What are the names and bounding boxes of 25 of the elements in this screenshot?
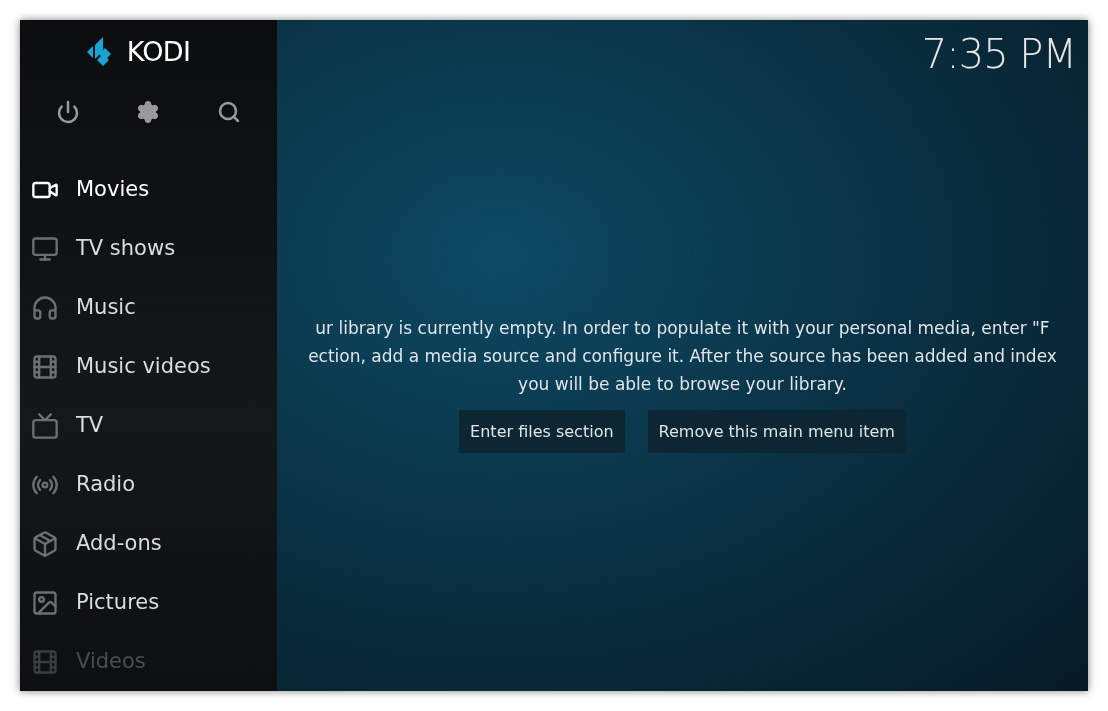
message-line: ur library is currently empty. In order to populate it with your personal media, enter "F [315,317,1050,340]
menu-item[interactable]: Movies [20,160,277,219]
power-icon[interactable] [56,100,81,125]
monitor-icon [31,234,59,263]
clock: 7:35 PM [921,30,1076,79]
picture-icon [31,588,59,617]
box-icon [31,529,59,558]
menu-item[interactable]: Pictures [20,573,277,632]
menu-item[interactable]: Radio [20,455,277,514]
headphones-icon [31,293,59,322]
action-button[interactable]: Remove this main menu item [647,410,906,453]
logo-text: KODI [126,35,191,70]
message-line: ection, add a media source and configure it. After the source has been added and index [308,345,1057,368]
tv-icon [31,411,59,440]
menu-item[interactable]: TV [20,396,277,455]
menu-item[interactable]: TV shows [20,219,277,278]
action-button[interactable]: Enter files section [459,410,625,453]
film-icon [31,352,59,381]
menu-item[interactable]: Add-ons [20,514,277,573]
search-icon[interactable] [216,100,241,125]
menu-item[interactable]: Music videos [20,337,277,396]
film-icon [31,647,59,676]
message-line: you will be able to browse your library. [518,373,847,396]
settings-icon[interactable] [136,100,161,125]
menu-item[interactable]: Music [20,278,277,337]
